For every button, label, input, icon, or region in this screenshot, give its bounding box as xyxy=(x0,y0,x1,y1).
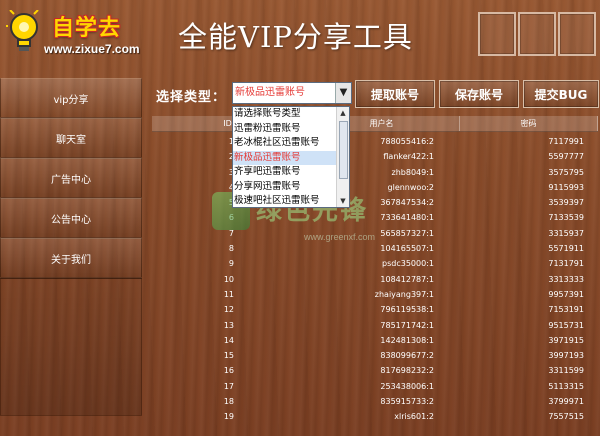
cell-id: 15 xyxy=(223,351,234,361)
account-type-select[interactable]: 新极品迅雷账号 ▼ xyxy=(232,82,352,104)
cell-username: zhaiyang397:1 xyxy=(374,289,434,299)
dropdown-scrollbar[interactable]: ▲ ▼ xyxy=(336,107,349,207)
table-row[interactable]: 1788055416:27117991 xyxy=(152,134,598,149)
cell-password: 7557515 xyxy=(548,412,584,422)
cell-username: xlris601:2 xyxy=(394,412,434,422)
cell-password: 3997193 xyxy=(548,351,584,361)
app-title: 全能VIP分享工具 xyxy=(178,20,413,54)
cell-password: 3311599 xyxy=(548,366,584,376)
cell-password: 9957391 xyxy=(548,289,584,299)
cell-id: 12 xyxy=(223,305,234,315)
cell-id: 10 xyxy=(223,274,234,284)
window-controls xyxy=(478,12,596,56)
sidebar-item-ad-center[interactable]: 广告中心 xyxy=(0,158,142,198)
dropdown-options: 请选择账号类型 迅雷粉迅雷账号 老冰棍社区迅雷账号 新极品迅雷账号 齐享吧迅雷账号 分享网… xyxy=(233,107,337,207)
logo-name: 自学去 xyxy=(52,16,122,41)
cell-id: 16 xyxy=(223,366,234,376)
table-row[interactable]: 16 817698232:2 3311599 xyxy=(152,363,598,378)
dropdown-option[interactable]: 分享网迅雷账号 xyxy=(233,180,337,195)
cell-password: 3575795 xyxy=(548,167,584,177)
select-value: 新极品迅雷账号 xyxy=(235,87,305,98)
table-body: 1788055416:271179912flanker422:155977773… xyxy=(152,134,598,425)
dropdown-option[interactable]: 请选择账号类型 xyxy=(233,107,337,122)
table-header: ID 用户名 密码 xyxy=(152,116,598,132)
sidebar-item-notice-center[interactable]: 公告中心 xyxy=(0,198,142,238)
cell-password: 5597777 xyxy=(548,152,584,162)
dropdown-option[interactable]: 极速吧社区迅雷账号 xyxy=(233,194,337,207)
cell-username: 817698232:2 xyxy=(380,366,434,376)
cell-password: 3539397 xyxy=(548,198,584,208)
dropdown-option[interactable]: 齐享吧迅雷账号 xyxy=(233,165,337,180)
dropdown-option[interactable]: 迅雷粉迅雷账号 xyxy=(233,122,337,137)
cell-password: 3799971 xyxy=(548,397,584,407)
sidebar-filler xyxy=(0,278,142,416)
cell-password: 3313333 xyxy=(548,274,584,284)
chevron-down-icon[interactable]: ▼ xyxy=(335,83,351,103)
table-row[interactable]: 3zhb8049:13575795 xyxy=(152,165,598,180)
cell-id: 14 xyxy=(223,335,234,345)
cell-password: 3315937 xyxy=(548,228,584,238)
fetch-account-button[interactable]: 提取账号 xyxy=(355,80,435,108)
cell-password: 9115993 xyxy=(548,182,584,192)
cell-username: psdc35000:1 xyxy=(382,259,434,269)
close-button[interactable] xyxy=(558,12,596,56)
cell-id: 9 xyxy=(228,259,234,269)
cell-id: 18 xyxy=(223,397,234,407)
logo-url: www.zixue7.com xyxy=(44,42,140,56)
table-row[interactable]: 14 142481308:1 3971915 xyxy=(152,333,598,348)
cell-password: 9515731 xyxy=(548,320,584,330)
toolbar: 选择类型： 新极品迅雷账号 ▼ 提取账号 保存账号 提交BUG xyxy=(152,80,599,110)
scroll-down-icon[interactable]: ▼ xyxy=(337,195,349,207)
save-account-button[interactable]: 保存账号 xyxy=(439,80,519,108)
cell-username: 796119538:1 xyxy=(380,305,434,315)
table-row[interactable]: 9 psdc35000:1 7131791 xyxy=(152,256,598,271)
dropdown-option[interactable]: 老冰棍社区迅雷账号 xyxy=(233,136,337,151)
scroll-up-icon[interactable]: ▲ xyxy=(337,107,349,119)
account-table: ID 用户名 密码 1788055416:271179912flanker422… xyxy=(152,116,598,425)
table-row[interactable]: 10 108412787:1 3313333 xyxy=(152,272,598,287)
scroll-thumb[interactable] xyxy=(339,121,348,179)
cell-id: 13 xyxy=(223,320,234,330)
cell-password: 5571911 xyxy=(548,244,584,254)
cell-password: 5113315 xyxy=(548,381,584,391)
table-row[interactable]: 2flanker422:15597777 xyxy=(152,149,598,164)
header: 自学去 www.zixue7.com 全能VIP分享工具 xyxy=(0,0,600,72)
cell-password: 7131791 xyxy=(548,259,584,269)
sidebar-item-vip-share[interactable]: vip分享 xyxy=(0,78,142,118)
table-row[interactable]: 19 xlris601:2 7557515 xyxy=(152,409,598,424)
sidebar: vip分享 聊天室 广告中心 公告中心 关于我们 xyxy=(0,78,142,416)
cell-username: 142481308:1 xyxy=(380,335,434,345)
sidebar-item-chat-room[interactable]: 聊天室 xyxy=(0,118,142,158)
cell-password: 7153191 xyxy=(548,305,584,315)
table-row[interactable]: 17 253438006:1 5113315 xyxy=(152,379,598,394)
cell-password: 7133539 xyxy=(548,213,584,223)
table-row[interactable]: 12 796119538:1 7153191 xyxy=(152,302,598,317)
sidebar-item-about-us[interactable]: 关于我们 xyxy=(0,238,142,278)
cell-username: 838099677:2 xyxy=(380,351,434,361)
lightbulb-icon xyxy=(6,10,39,51)
logo: 自学去 www.zixue7.com xyxy=(4,4,144,66)
cell-username: 108412787:1 xyxy=(380,274,434,284)
cell-username: 253438006:1 xyxy=(380,381,434,391)
cell-username: 835915733:2 xyxy=(380,397,434,407)
cell-password: 7117991 xyxy=(548,137,584,146)
cell-username: 785171742:1 xyxy=(380,320,434,330)
table-row[interactable]: 13 785171742:1 9515731 xyxy=(152,318,598,333)
cell-password: 3971915 xyxy=(548,335,584,345)
maximize-button[interactable] xyxy=(518,12,556,56)
account-type-dropdown: 请选择账号类型 迅雷粉迅雷账号 老冰棍社区迅雷账号 新极品迅雷账号 齐享吧迅雷账号 分享网… xyxy=(232,106,350,208)
minimize-button[interactable] xyxy=(478,12,516,56)
table-row[interactable]: 11 zhaiyang397:1 9957391 xyxy=(152,287,598,302)
cell-id: 11 xyxy=(223,289,234,299)
cell-id: 17 xyxy=(223,381,234,391)
type-label: 选择类型： xyxy=(156,90,227,105)
dropdown-option[interactable]: 新极品迅雷账号 xyxy=(233,150,337,165)
submit-bug-button[interactable]: 提交BUG xyxy=(523,80,599,108)
cell-id: 19 xyxy=(223,412,234,422)
column-header-password[interactable]: 密码 xyxy=(460,116,598,131)
table-row[interactable]: 18 835915733:2 3799971 xyxy=(152,394,598,409)
watermark-url: www.greenxf.com xyxy=(304,232,376,242)
table-row[interactable]: 15 838099677:2 3997193 xyxy=(152,348,598,363)
